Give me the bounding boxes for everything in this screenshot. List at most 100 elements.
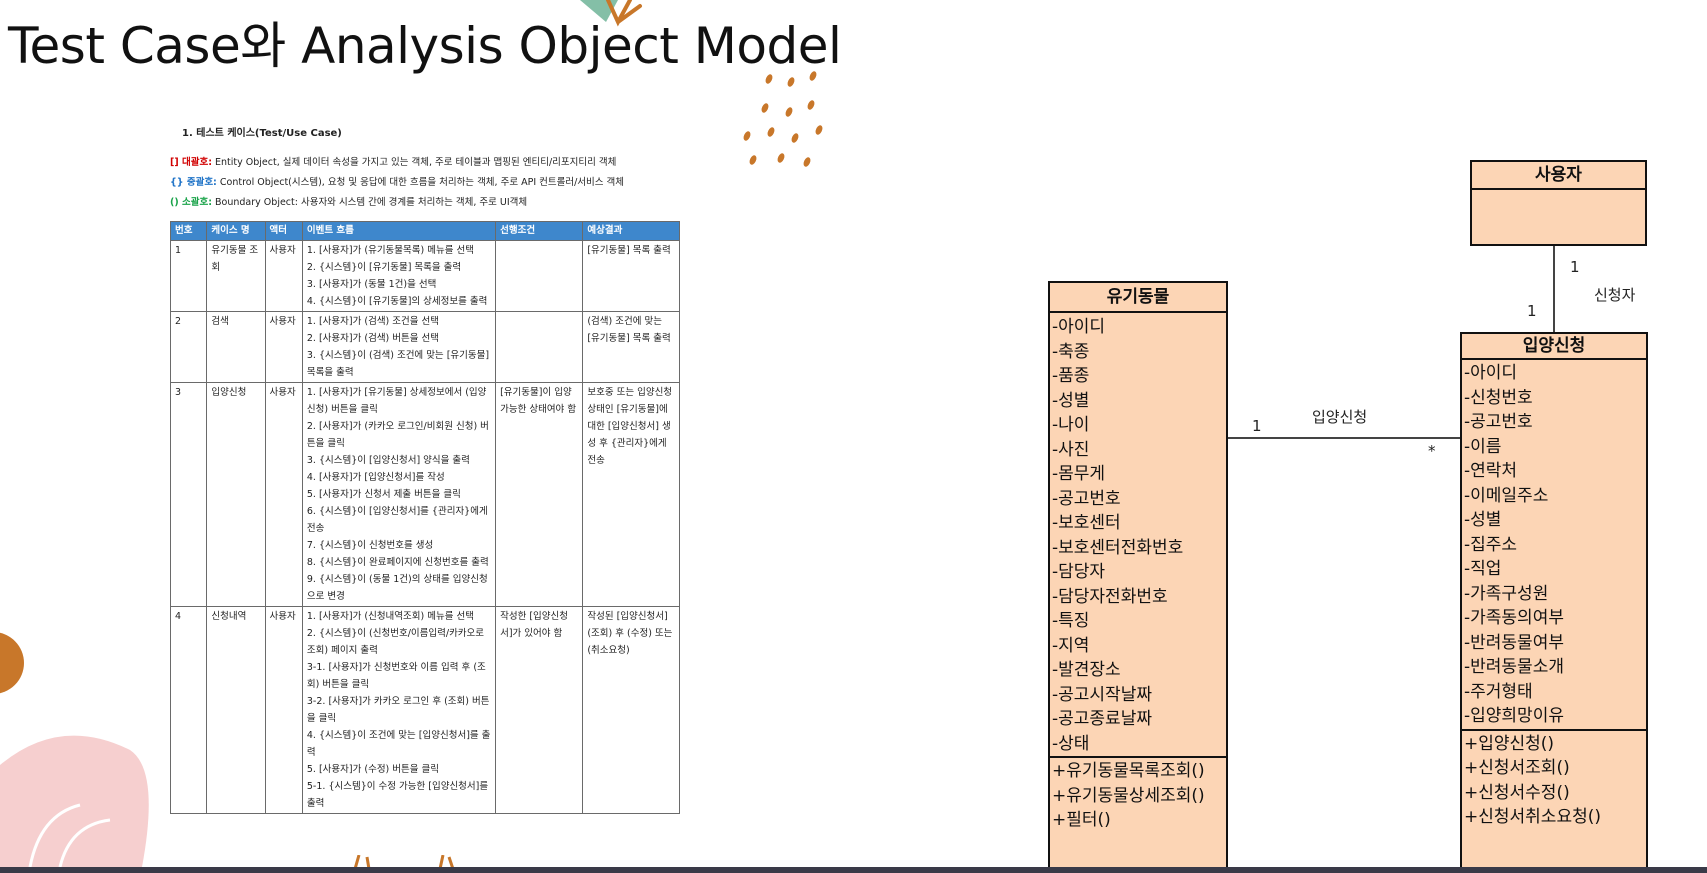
uml-operation: +유기동물목록조회() bbox=[1052, 761, 1205, 781]
uml-attribute-list: -아이디 -축종 -품종 -성별 -나이 -사진 -몸무게 -공고번호 -보호센터 -보호센터전화… bbox=[1050, 313, 1226, 756]
legend-key: {} 중괄호: bbox=[170, 176, 217, 188]
flow-step: 4. {시스템}이 조건에 맞는 [입양신청서]를 출력 bbox=[306, 730, 491, 759]
uml-attribute: -축종 bbox=[1052, 341, 1090, 362]
cell-precondition: [유기동물]이 입양 가능한 상태여야 함 bbox=[495, 382, 584, 608]
multiplicity-adoption-user-end: 1 bbox=[1527, 302, 1537, 320]
uml-attribute: -발견장소 bbox=[1052, 660, 1121, 680]
cell-precondition bbox=[495, 311, 584, 384]
uml-attribute: -품종 bbox=[1052, 366, 1090, 386]
uml-attribute: -보호센터 bbox=[1052, 513, 1121, 533]
cell-no: 4 bbox=[170, 606, 208, 815]
multiplicity-adoption-animal-end: * bbox=[1428, 442, 1436, 460]
header-event-flow: 이벤트 흐름 bbox=[301, 220, 497, 242]
header-precondition: 선행조건 bbox=[495, 220, 584, 242]
flow-step: 9. {시스템}이 (동물 1건)의 상태를 입양신청으로 변경 bbox=[306, 574, 488, 603]
cell-event-flow: 1. [사용자]가 (검색) 조건을 선택 2. [사용자]가 (검색) 버튼을 … bbox=[301, 311, 497, 384]
legend-entity: [] 대괄호: Entity Object, 실제 데이터 속성을 가지고 있는… bbox=[170, 153, 685, 173]
uml-attribute: -몸무게 bbox=[1052, 464, 1106, 484]
flow-step: 6. {시스템}이 [입양신청서]를 {관리자}에게 전송 bbox=[306, 506, 488, 535]
uml-attribute: -보호센터전화번호 bbox=[1052, 537, 1184, 558]
legend-text: Control Object(시스템), 요청 및 응답에 대한 흐름을 처리하… bbox=[216, 176, 625, 188]
cell-case-name: 입양신청 bbox=[206, 382, 266, 608]
header-expected-result: 예상결과 bbox=[582, 220, 680, 242]
cell-event-flow: 1. [사용자]가 (유기동물목록) 메뉴를 선택 2. {시스템}이 [유기동물… bbox=[301, 240, 497, 313]
flow-step: 3-2. [사용자]가 카카오 로그인 후 (조회) 버튼을 클릭 bbox=[306, 696, 490, 725]
multiplicity-user: 1 bbox=[1570, 258, 1580, 276]
cell-actor: 사용자 bbox=[264, 311, 303, 384]
flow-step: 1. [사용자]가 (검색) 조건을 선택 bbox=[306, 316, 439, 328]
uml-attribute: -연락처 bbox=[1464, 461, 1518, 481]
role-applicant-label: 신청자 bbox=[1594, 286, 1636, 304]
uml-attribute: -성별 bbox=[1052, 390, 1090, 411]
flow-step: 2. {시스템}이 (신청번호/이름입력/카카오로 조회) 페이지 출력 bbox=[306, 628, 485, 657]
uml-attribute: -집주소 bbox=[1464, 534, 1518, 555]
header-case-name: 케이스 명 bbox=[206, 220, 266, 242]
uml-attribute: -반려동물여부 bbox=[1464, 632, 1564, 653]
slide-title: Test Case와 Analysis Object Model bbox=[8, 17, 842, 75]
uml-attribute: -주거형태 bbox=[1464, 681, 1533, 702]
cell-event-flow: 1. [사용자]가 [유기동물] 상세정보에서 (입양신청) 버튼을 클릭 2. … bbox=[301, 382, 497, 608]
cell-precondition bbox=[495, 240, 584, 313]
uml-attribute-list: -아이디 -신청번호 -공고번호 -이름 -연락처 -이메일주소 -성별 -집주소 -직업 -가족… bbox=[1462, 360, 1646, 729]
cell-no: 2 bbox=[170, 311, 208, 384]
brown-dots-decoration bbox=[743, 71, 823, 167]
cell-case-name: 유기동물 조회 bbox=[206, 240, 266, 313]
cell-case-name: 신청내역 bbox=[206, 606, 266, 815]
header-no: 번호 bbox=[170, 220, 208, 242]
table-row: 2 검색 사용자 1. [사용자]가 (검색) 조건을 선택 2. [사용자]가 (검색… bbox=[170, 311, 680, 384]
legend-key: [] 대괄호: bbox=[170, 156, 213, 168]
uml-class-name: 사용자 bbox=[1472, 162, 1645, 190]
uml-operation: +신청서조회() bbox=[1464, 758, 1570, 778]
uml-attribute: -입양희망이유 bbox=[1464, 706, 1564, 726]
uml-operation-list: +입양신청() +신청서조회() +신청서수정() +신청서취소요청() bbox=[1462, 728, 1646, 830]
flow-step: 5. [사용자]가 신청서 제출 버튼을 클릭 bbox=[306, 489, 461, 501]
association-animal-adoption-line bbox=[1228, 437, 1460, 439]
cell-expected-result: 작성된 [입양신청서] (조회) 후 (수정) 또는 (취소요청) bbox=[582, 606, 680, 815]
uml-attribute: -가족구성원 bbox=[1464, 583, 1549, 604]
cell-no: 1 bbox=[170, 240, 208, 313]
uml-operation: +입양신청() bbox=[1464, 733, 1555, 754]
flow-step: 3. [사용자]가 (동물 1건)을 선택 bbox=[306, 279, 437, 291]
uml-attribute: -이메일주소 bbox=[1464, 485, 1549, 506]
uml-attribute: -아이디 bbox=[1052, 317, 1106, 337]
cell-no: 3 bbox=[170, 382, 208, 608]
uml-attribute: -가족동의여부 bbox=[1464, 608, 1564, 628]
association-user-adoption-line bbox=[1553, 246, 1555, 332]
flow-step: 1. [사용자]가 [유기동물] 상세정보에서 (입양신청) 버튼을 클릭 bbox=[306, 387, 487, 416]
flow-step: 4. [사용자]가 [입양신청서]를 작성 bbox=[306, 472, 445, 484]
flow-step: 3. {시스템}이 [입양신청서] 양식을 출력 bbox=[306, 455, 470, 467]
flow-step: 5. [사용자]가 (수정) 버튼을 클릭 bbox=[306, 764, 439, 776]
uml-attribute: -이름 bbox=[1464, 436, 1502, 457]
uml-attribute: -지역 bbox=[1052, 635, 1090, 656]
test-case-document: 1. 테스트 케이스(Test/Use Case) [] 대괄호: Entity… bbox=[170, 125, 690, 861]
flow-step: 4. {시스템}이 [유기동물]의 상세정보를 출력 bbox=[306, 296, 488, 308]
header-actor: 액터 bbox=[264, 220, 303, 242]
uml-operation: +신청서취소요청() bbox=[1464, 807, 1601, 827]
table-row: 4 신청내역 사용자 1. [사용자]가 (신청내역조회) 메뉴를 선택 2. {시스템… bbox=[170, 606, 680, 815]
uml-attribute: -공고번호 bbox=[1052, 488, 1121, 509]
document-heading: 1. 테스트 케이스(Test/Use Case) bbox=[182, 128, 342, 139]
flow-step: 1. [사용자]가 (유기동물목록) 메뉴를 선택 bbox=[306, 245, 474, 257]
table-header-row: 번호 케이스 명 액터 이벤트 흐름 선행조건 예상결과 bbox=[170, 220, 680, 242]
uml-operation: +필터() bbox=[1052, 810, 1111, 830]
uml-class-adoption: 입양신청 -아이디 -신청번호 -공고번호 -이름 -연락처 -이메일주소 -성별 -집주소 -… bbox=[1460, 332, 1648, 867]
bottom-bar bbox=[0, 867, 1707, 873]
uml-attribute: -공고시작날짜 bbox=[1052, 684, 1152, 705]
cell-precondition: 작성한 [입양신청서]가 있어야 함 bbox=[495, 606, 584, 815]
uml-operation-list: +유기동물목록조회() +유기동물상세조회() +필터() bbox=[1050, 756, 1226, 833]
association-label: 입양신청 bbox=[1312, 408, 1368, 426]
flow-step: 5-1. {시스템}이 수정 가능한 [입양신청서]를 출력 bbox=[306, 781, 489, 810]
uml-attribute: -반려동물소개 bbox=[1464, 657, 1564, 677]
uml-operation: +신청서수정() bbox=[1464, 782, 1570, 803]
legend-boundary: () 소괄호: Boundary Object: 사용자와 시스템 간에 경계를… bbox=[170, 193, 685, 213]
flow-step: 2. {시스템}이 [유기동물] 목록을 출력 bbox=[306, 262, 462, 274]
cell-expected-result: 보호중 또는 입양신청 상태인 [유기동물]에 대한 [입양신청서] 생성 후 … bbox=[582, 382, 680, 608]
uml-attribute: -사진 bbox=[1052, 439, 1090, 460]
uml-attribute: -직업 bbox=[1464, 559, 1502, 579]
cell-expected-result: [유기동물] 목록 출력 bbox=[582, 240, 680, 313]
legend-key: () 소괄호: bbox=[170, 196, 213, 208]
legend-control: {} 중괄호: Control Object(시스템), 요청 및 응답에 대한… bbox=[170, 173, 685, 193]
flow-step: 2. [사용자]가 (카카오 로그인/비회원 신청) 버튼을 클릭 bbox=[306, 421, 489, 450]
flow-step: 7. {시스템}이 신청번호를 생성 bbox=[306, 540, 434, 552]
cell-actor: 사용자 bbox=[264, 240, 303, 313]
